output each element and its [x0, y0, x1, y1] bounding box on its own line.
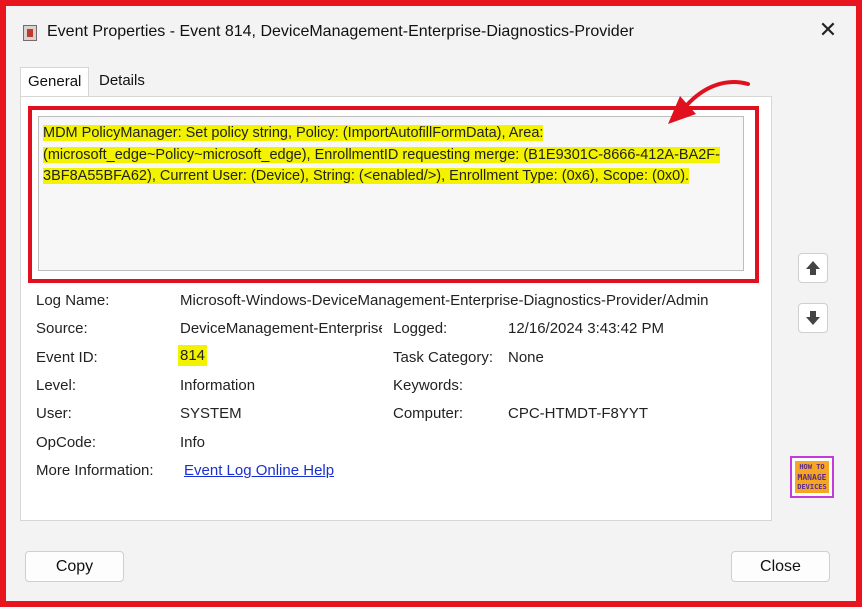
user-value: SYSTEM: [180, 405, 242, 422]
log-name-value: Microsoft-Windows-DeviceManagement-Enter…: [180, 292, 709, 309]
title-bar: Event Properties - Event 814, DeviceMana…: [6, 6, 856, 56]
opcode-value: Info: [180, 434, 206, 451]
event-id-value: 814: [178, 345, 208, 366]
logged-label: Logged:: [393, 320, 448, 337]
logo-line-1: HOW TO: [799, 463, 825, 471]
logo-line-2: MANAGE: [797, 473, 827, 482]
annotation-highlight-frame: [28, 106, 759, 283]
event-properties-window: Event Properties - Event 814, DeviceMana…: [6, 6, 856, 601]
logo-line-3: DEVICES: [797, 483, 827, 491]
keywords-label: Keywords:: [393, 377, 464, 394]
previous-event-button[interactable]: [798, 253, 828, 283]
arrow-up-icon: [806, 261, 820, 275]
source-label: Source:: [36, 320, 88, 337]
level-value: Information: [180, 377, 256, 394]
opcode-label: OpCode:: [36, 434, 97, 451]
source-value: DeviceManagement-Enterprise-Diagnostics-…: [180, 320, 382, 337]
more-information-label: More Information:: [36, 462, 154, 479]
arrow-down-icon: [806, 311, 820, 325]
logged-value: 12/16/2024 3:43:42 PM: [508, 320, 664, 337]
event-viewer-icon: [23, 25, 37, 41]
level-label: Level:: [36, 377, 77, 394]
annotation-arrow-icon: [668, 80, 750, 124]
event-log-online-help-link[interactable]: Event Log Online Help: [184, 462, 334, 479]
window-title: Event Properties - Event 814, DeviceMana…: [47, 23, 634, 40]
log-name-label: Log Name:: [36, 292, 110, 309]
close-button[interactable]: Close: [731, 551, 830, 582]
event-id-field: 814: [178, 345, 208, 366]
event-id-label: Event ID:: [36, 349, 98, 366]
task-category-value: None: [508, 349, 544, 366]
next-event-button[interactable]: [798, 303, 828, 333]
copy-button[interactable]: Copy: [25, 551, 124, 582]
user-label: User:: [36, 405, 72, 422]
close-icon[interactable]: ✕: [818, 19, 838, 41]
task-category-label: Task Category:: [393, 349, 494, 366]
how-to-manage-devices-logo: HOW TO MANAGE DEVICES: [790, 456, 834, 498]
computer-label: Computer:: [393, 405, 464, 422]
tab-general[interactable]: General: [20, 67, 90, 97]
computer-value: CPC-HTMDT-F8YYT: [508, 405, 648, 422]
tab-details[interactable]: Details: [92, 67, 152, 97]
